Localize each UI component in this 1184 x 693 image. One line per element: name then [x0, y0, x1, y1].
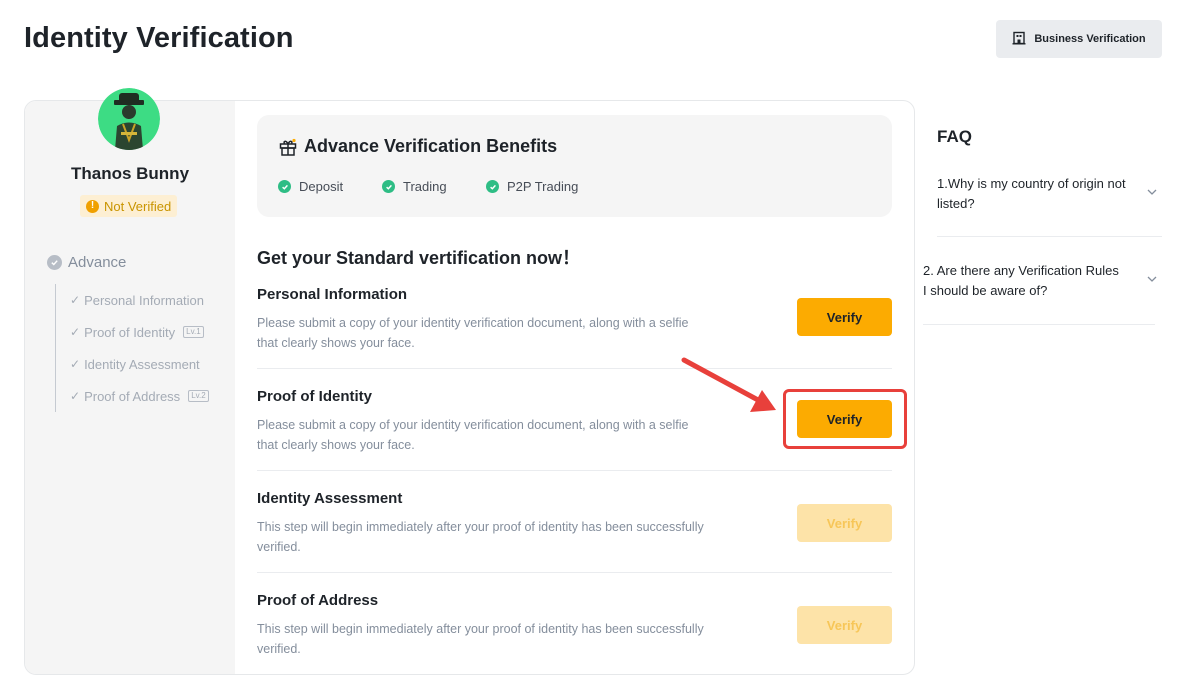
status-badge: ! Not Verified: [80, 195, 178, 217]
section-title: Identity Assessment: [257, 490, 403, 507]
step-list: ✓ Personal Information ✓ Proof of Identi…: [55, 284, 209, 412]
checkmark-icon: ✓: [70, 325, 81, 339]
section-title: Personal Information: [257, 286, 408, 303]
check-circle-icon: [47, 255, 62, 270]
section-identity-assessment: Identity Assessment This step will begin…: [257, 490, 892, 573]
benefits-title-text: Advance Verification Benefits: [304, 136, 558, 156]
username: Thanos Bunny: [70, 164, 190, 183]
step-label: Personal Information: [84, 292, 205, 308]
annotation-arrow-icon: [681, 357, 776, 412]
annotation-highlight-box: [783, 389, 907, 449]
section-description: Please submit a copy of your identity ve…: [257, 316, 689, 350]
verify-personal-information-button[interactable]: Verify: [797, 298, 892, 336]
page-title: Identity Verification: [24, 22, 294, 54]
profile-sidebar: Thanos Bunny ! Not Verified Advance ✓ Pe…: [25, 101, 235, 674]
faq-question: 2. Are there any Verification Rules I sh…: [923, 263, 1119, 298]
benefit-label: P2P Trading: [507, 179, 579, 194]
section-personal-information: Personal Information Please submit a cop…: [257, 286, 892, 369]
benefit-deposit: Deposit: [278, 179, 343, 194]
faq-question: 1.Why is my country of origin not listed…: [937, 176, 1126, 211]
step-proof-of-identity: ✓ Proof of Identity Lv.1: [70, 316, 209, 348]
step-personal-information: ✓ Personal Information: [70, 284, 209, 316]
benefit-trading: Trading: [382, 179, 447, 194]
check-circle-icon: [382, 180, 395, 193]
step-label: Proof of Address: [84, 388, 181, 404]
faq-title: FAQ: [937, 127, 972, 146]
section-proof-of-address: Proof of Address This step will begin im…: [257, 592, 892, 674]
section-description: Please submit a copy of your identity ve…: [257, 418, 689, 452]
gift-icon: [278, 137, 298, 157]
level-badge: Lv.2: [188, 390, 209, 402]
check-circle-icon: [486, 180, 499, 193]
benefits-title: Advance Verification Benefits: [278, 136, 557, 157]
avatar: [98, 88, 160, 150]
level-badge: Lv.1: [183, 326, 204, 338]
checkmark-icon: ✓: [70, 389, 81, 403]
building-icon: [1012, 31, 1026, 48]
check-circle-icon: [278, 180, 291, 193]
section-heading: Get your Standard vertification now！: [257, 248, 581, 268]
divider: [257, 572, 892, 573]
section-title: Proof of Address: [257, 592, 379, 609]
step-label: Proof of Identity: [84, 324, 176, 340]
verify-identity-assessment-button[interactable]: Verify: [797, 504, 892, 542]
benefit-label: Deposit: [299, 179, 344, 194]
level-advance: Advance: [47, 254, 126, 271]
step-label: Identity Assessment: [84, 356, 200, 372]
section-description: This step will begin immediately after y…: [257, 520, 704, 554]
divider: [257, 368, 892, 369]
checkmark-icon: ✓: [70, 293, 81, 307]
chevron-down-icon: [1147, 276, 1157, 282]
faq-item[interactable]: 1.Why is my country of origin not listed…: [937, 174, 1162, 237]
step-identity-assessment: ✓ Identity Assessment: [70, 348, 209, 380]
section-title: Proof of Identity: [257, 388, 372, 405]
benefits-panel: Advance Verification Benefits Deposit Tr…: [257, 115, 892, 217]
step-proof-of-address: ✓ Proof of Address Lv.2: [70, 380, 209, 412]
benefit-p2p-trading: P2P Trading: [486, 179, 578, 194]
level-label: Advance: [68, 254, 127, 271]
warning-icon: !: [86, 199, 99, 213]
business-verification-label: Business Verification: [1034, 33, 1146, 45]
divider: [257, 470, 892, 471]
business-verification-button[interactable]: Business Verification: [996, 20, 1162, 58]
checkmark-icon: ✓: [70, 357, 81, 371]
benefit-label: Trading: [403, 179, 447, 194]
section-description: This step will begin immediately after y…: [257, 622, 704, 656]
chevron-down-icon: [1147, 189, 1157, 195]
verify-proof-of-address-button[interactable]: Verify: [797, 606, 892, 644]
faq-item[interactable]: 2. Are there any Verification Rules I sh…: [923, 261, 1157, 325]
status-label: Not Verified: [104, 198, 172, 214]
